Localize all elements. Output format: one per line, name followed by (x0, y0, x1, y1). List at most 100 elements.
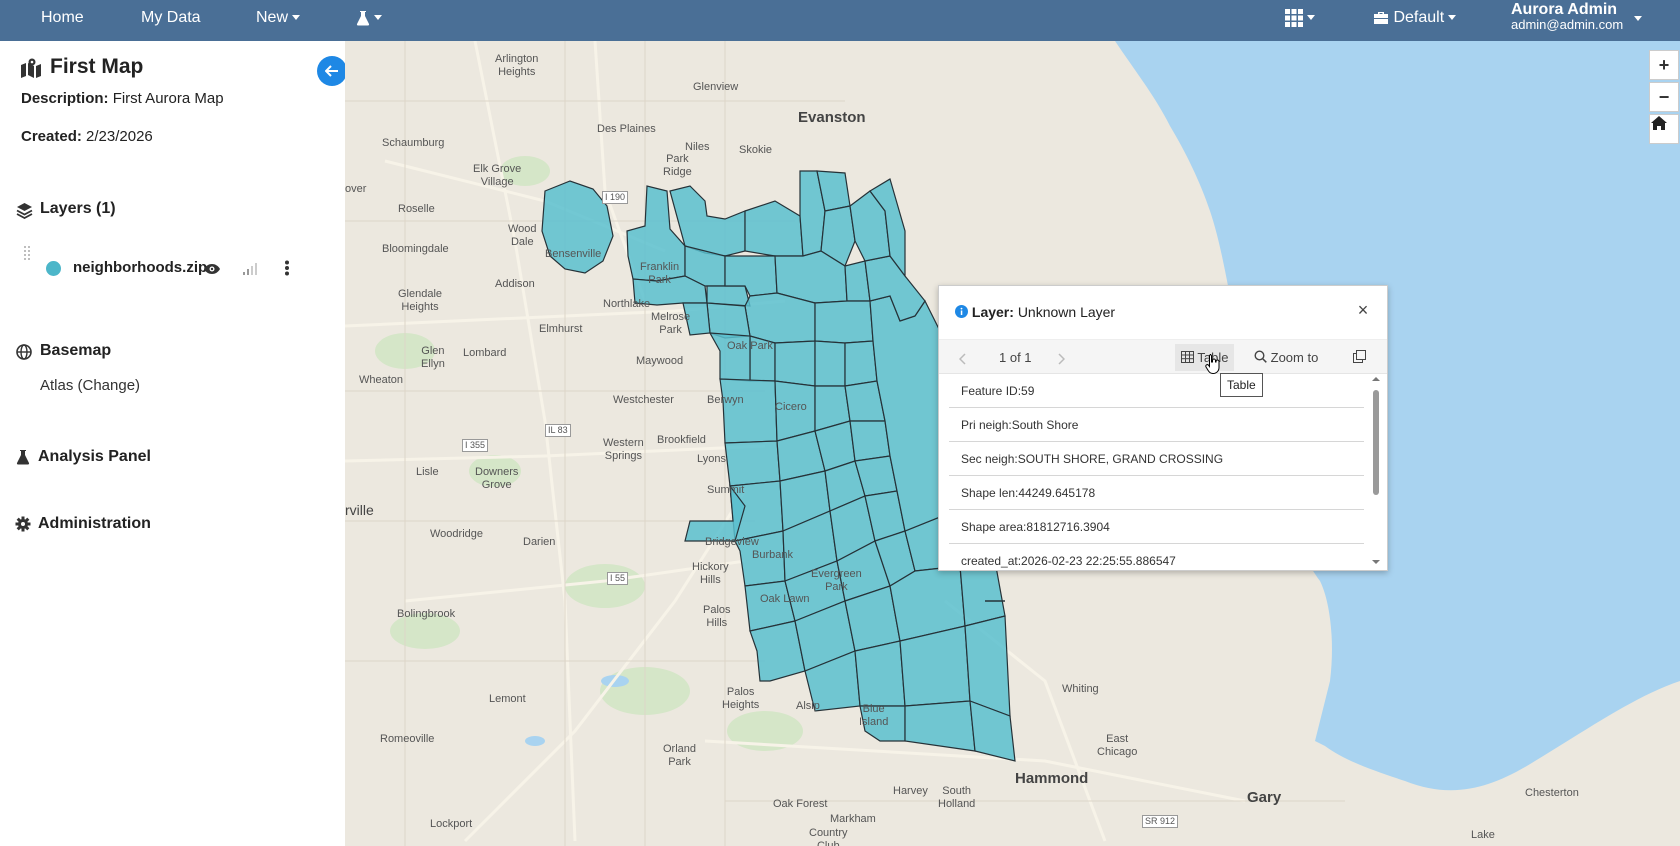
layer-group-icon (16, 203, 33, 219)
place-label: Roselle (398, 203, 435, 215)
home-extent-button[interactable] (1649, 114, 1679, 144)
place-label: Wheaton (359, 374, 404, 386)
place-label: Blue Island (859, 703, 889, 728)
flask-icon (356, 10, 370, 26)
more-vertical-icon[interactable] (284, 260, 290, 276)
map-title: First Map (50, 55, 144, 78)
next-feature-button[interactable] (1057, 340, 1066, 375)
chevron-right-icon (1058, 353, 1066, 365)
place-label: Oak Lawn (760, 593, 810, 605)
place-label: Country Club (809, 827, 848, 846)
created-value: 2/23/2026 (86, 128, 153, 145)
place-label: Arlington Heights (495, 53, 539, 78)
attribute-row: Shape len:44249.645178 (949, 476, 1364, 510)
gear-icon (15, 516, 31, 532)
prev-feature-button[interactable] (958, 340, 967, 375)
place-label: Markham (830, 813, 876, 825)
layer-name[interactable]: neighborhoods.zip (73, 259, 207, 276)
place-label: Burbank (752, 549, 793, 561)
chevron-down-icon (292, 15, 301, 21)
place-label: Harvey (893, 785, 928, 797)
copy-icon (1353, 350, 1366, 363)
description-label: Description: (21, 90, 109, 107)
place-label: Bensenville (545, 248, 602, 260)
popup-header: Layer: Unknown Layer (955, 304, 1115, 320)
place-label: Glen Ellyn (421, 345, 445, 370)
hand-cursor-icon (1205, 354, 1220, 375)
eye-icon[interactable] (203, 263, 221, 275)
grid-icon (1285, 8, 1303, 27)
nav-apps-menu[interactable] (1285, 0, 1315, 41)
copy-button[interactable] (1353, 340, 1366, 375)
briefcase-icon (1374, 11, 1388, 24)
place-label: Park Ridge (663, 153, 692, 178)
place-label: Maywood (636, 355, 684, 367)
place-label: Elmhurst (539, 323, 583, 335)
administration-link[interactable]: Administration (38, 515, 151, 533)
place-label: Bolingbrook (397, 608, 456, 620)
popup-scrollbar[interactable] (1369, 374, 1383, 569)
place-label: Melrose Park (651, 311, 691, 336)
feature-pager: 1 of 1 (999, 350, 1032, 365)
map-description: Description: First Aurora Map (21, 90, 224, 107)
nav-home[interactable]: Home (41, 0, 84, 41)
place-label: Schaumburg (382, 137, 445, 149)
info-icon (955, 305, 968, 318)
zoom-in-button[interactable]: + (1649, 50, 1679, 80)
route-shield: IL 83 (545, 424, 571, 437)
layer-color-swatch[interactable] (46, 261, 61, 276)
place-label: Cicero (775, 401, 807, 413)
place-label: Westchester (613, 394, 674, 406)
place-label: Brookfield (657, 434, 706, 446)
place-label: Evergreen Park (811, 568, 862, 593)
home-icon (1651, 116, 1667, 130)
place-label: Alsip (796, 700, 820, 712)
basemap-change-link[interactable]: Atlas (Change) (40, 377, 140, 394)
globe-icon (16, 344, 32, 360)
zoom-to-button[interactable]: Zoom to (1254, 340, 1318, 375)
user-menu[interactable]: Aurora Admin admin@admin.com (1511, 2, 1624, 33)
place-label: Northlake (603, 298, 651, 310)
arrow-left-icon (325, 65, 338, 77)
zoom-out-button[interactable]: − (1649, 82, 1679, 112)
analysis-panel-link[interactable]: Analysis Panel (38, 448, 151, 466)
place-label: Franklin Park (640, 261, 680, 286)
map-marked-icon (21, 58, 41, 78)
place-label: Wood Dale (508, 223, 537, 248)
place-label: Chesterton (1525, 787, 1579, 799)
chevron-down-icon (374, 15, 382, 21)
place-label: Romeoville (380, 733, 435, 745)
user-email: admin@admin.com (1511, 17, 1624, 32)
place-label: Gary (1247, 789, 1282, 806)
layers-section-title[interactable]: Layers (1) (40, 200, 116, 218)
route-shield: I 190 (602, 191, 629, 204)
popup-layer-label: Layer: (971, 304, 1014, 320)
place-label: Palos Hills (703, 604, 731, 629)
search-icon (1254, 350, 1267, 363)
description-value: First Aurora Map (112, 90, 224, 107)
user-menu-chevron-icon[interactable] (1634, 16, 1642, 21)
route-shield: SR 912 (1142, 815, 1179, 828)
place-label: South Holland (938, 785, 976, 810)
nav-workspace-menu[interactable]: Default (1373, 0, 1457, 41)
sidebar: First Map Description: First Aurora Map … (0, 41, 347, 846)
nav-new-menu[interactable]: New (256, 0, 301, 41)
place-label: Evanston (798, 109, 866, 126)
table-tooltip: Table (1220, 373, 1263, 397)
nav-lab-menu[interactable] (356, 0, 382, 41)
collapse-sidebar-button[interactable] (317, 56, 347, 86)
drag-handle-icon[interactable] (23, 245, 31, 261)
close-icon[interactable]: × (1351, 298, 1375, 322)
place-label: Elk Grove Village (473, 163, 522, 188)
basemap-section-title[interactable]: Basemap (40, 342, 111, 360)
place-label: Lockport (430, 818, 473, 830)
place-label: Summit (707, 484, 745, 496)
attribute-row: Pri neigh:South Shore (949, 408, 1364, 442)
signal-bars-icon[interactable] (243, 263, 257, 275)
attribute-row: Shape area:81812716.3904 (949, 510, 1364, 544)
nav-my-data[interactable]: My Data (141, 0, 201, 41)
route-shield: I 55 (607, 572, 629, 585)
place-label: Lemont (489, 693, 526, 705)
place-label: Woodridge (430, 528, 483, 540)
place-label: Berwyn (707, 394, 744, 406)
